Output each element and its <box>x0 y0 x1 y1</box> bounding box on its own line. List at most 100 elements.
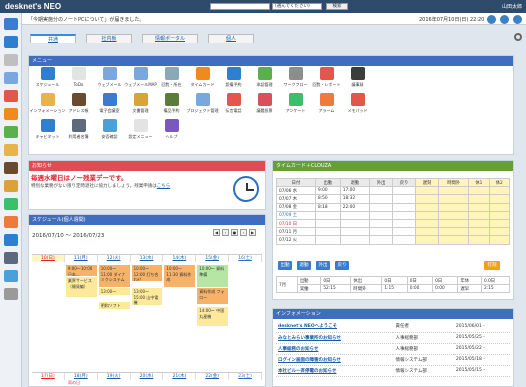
tab-info-portal[interactable]: 情報ポータル <box>142 34 198 43</box>
notice-link[interactable]: こちら <box>157 184 171 189</box>
day-header[interactable]: 20(水) <box>131 373 164 380</box>
menu-item[interactable]: タイムカード <box>187 67 218 88</box>
information-title-link[interactable]: ログイン画面の障害のお知らせ <box>276 354 394 366</box>
schedule-event[interactable]: 9:00～10:00 日本... <box>65 265 97 276</box>
menu-item[interactable]: 議事録 <box>342 67 373 88</box>
timecard-row[interactable]: 07/11 月 <box>276 227 511 237</box>
search-input[interactable] <box>210 3 270 10</box>
home-icon[interactable] <box>4 18 18 30</box>
menu-item[interactable]: 議題投票 <box>249 93 280 114</box>
user-menu-icon[interactable] <box>513 15 522 24</box>
information-row[interactable]: desknet's NEOへようこそ 責任者 2015/06/01 - <box>276 321 510 333</box>
document-nav-icon[interactable] <box>4 180 18 192</box>
timecard-button[interactable]: 退勤 <box>297 261 311 270</box>
timecard-row[interactable]: 07/10 日 <box>276 218 511 229</box>
alarm-nav-icon[interactable] <box>4 216 18 228</box>
workflow-nav-icon[interactable] <box>4 126 18 138</box>
day-header[interactable]: 10(日) <box>32 255 65 262</box>
summary-month-select[interactable]: 7月 <box>276 275 298 294</box>
user-name[interactable]: 山田太郎 <box>502 3 522 10</box>
schedule-event[interactable]: 資料作成 フォロー <box>197 288 229 304</box>
menu-item[interactable]: ワークフロー <box>280 67 311 88</box>
calendar-nav-icon[interactable] <box>4 36 18 48</box>
menu-item[interactable]: 設備予約 <box>218 67 249 88</box>
timecard-nav-icon[interactable] <box>4 108 18 120</box>
search-scope-select[interactable]: (選んでください) <box>272 3 322 10</box>
day-header[interactable]: 23(土) <box>229 373 262 380</box>
prev-day-button[interactable]: ‹ <box>222 229 229 236</box>
schedule-event[interactable]: 10:00～11:30 資料作成 <box>164 265 196 287</box>
menu-item[interactable]: アラーム <box>311 93 342 114</box>
app-logo[interactable]: desknet's NEO <box>5 2 61 11</box>
search-button[interactable]: 検索 <box>326 3 348 10</box>
tab-personal[interactable]: 個人 <box>208 34 254 43</box>
information-row[interactable]: みなとみらい事業所のお知らせ 人事総務部 2015/05/25 - <box>276 332 510 344</box>
menu-item[interactable]: 利用者名簿 <box>63 119 94 140</box>
mail-nav-icon[interactable] <box>4 72 18 84</box>
timecard-stamp-button[interactable]: 打刻 <box>484 261 500 270</box>
schedule-event[interactable]: 10:00～ 資料準備 <box>197 265 229 287</box>
day-header[interactable]: 15(金) <box>196 255 230 262</box>
tab-common[interactable]: 共通 <box>30 34 76 43</box>
information-row[interactable]: 人事総務のお知らせ 人事総務部 2015/05/22 - <box>276 343 510 355</box>
day-header[interactable]: 21(木) <box>163 373 197 380</box>
menu-item[interactable]: インフォメーション <box>30 93 65 114</box>
day-header[interactable]: 14(木) <box>163 255 197 262</box>
safety-nav-icon[interactable] <box>4 270 18 282</box>
timecard-row[interactable]: 07/09 土 <box>276 210 511 220</box>
today-button[interactable]: ● <box>231 229 238 236</box>
day-header[interactable]: 19(火) <box>98 373 131 380</box>
menu-item[interactable]: ウェブメールMAP <box>124 67 157 88</box>
day-header[interactable]: 16(土) <box>229 255 262 262</box>
menu-item[interactable]: ToDo <box>63 67 94 88</box>
tab-internal-board[interactable]: 社内板 <box>86 34 132 43</box>
info-nav-icon[interactable] <box>4 144 18 156</box>
next-week-button[interactable]: ▶ <box>249 229 256 236</box>
schedule-event[interactable]: 13:00～15:00 山中電機 <box>131 288 163 305</box>
todo-nav-icon[interactable] <box>4 54 18 66</box>
schedule-event[interactable]: 10:00～11:00 ダイナミクシステム <box>98 265 130 287</box>
menu-item[interactable]: ウェブメール <box>94 67 125 88</box>
menu-item[interactable]: 設定メニュー <box>125 119 156 140</box>
menu-item[interactable]: 回覧・所在 <box>156 67 187 88</box>
next-day-button[interactable]: › <box>240 229 247 236</box>
report-nav-icon[interactable] <box>4 90 18 102</box>
day-header[interactable]: 11(月) <box>65 255 98 262</box>
gear-icon[interactable] <box>514 33 522 41</box>
address-nav-icon[interactable] <box>4 162 18 174</box>
menu-item[interactable]: 承認管理 <box>249 67 280 88</box>
timecard-row[interactable]: 07/06 水 9:00 17:00 <box>276 186 511 196</box>
day-header[interactable]: 13(水) <box>131 255 164 262</box>
settings-nav-icon[interactable] <box>4 288 18 300</box>
menu-item[interactable]: キャビネット <box>32 119 63 140</box>
timecard-button[interactable]: 外出 <box>316 261 330 270</box>
information-title-link[interactable]: 人事総務のお知らせ <box>276 343 394 355</box>
notification-message[interactable]: 「今期実施分のノートPCについて」が届きました。 <box>28 16 144 23</box>
roster-nav-icon[interactable] <box>4 252 18 264</box>
schedule-event[interactable]: 10:00～12:00 打ち合わせ <box>131 265 163 281</box>
timecard-button[interactable]: 戻り <box>335 261 349 270</box>
timecard-row[interactable]: 07/12 火 <box>276 235 511 245</box>
menu-item[interactable]: ヘルプ <box>156 119 187 140</box>
menu-item[interactable]: 安否確認 <box>94 119 125 140</box>
timecard-button[interactable]: 出勤 <box>278 261 292 270</box>
notification-icon[interactable] <box>487 15 496 24</box>
project-nav-icon[interactable] <box>4 198 18 210</box>
schedule-event[interactable]: 13:00～15:00 <box>98 288 130 295</box>
menu-item[interactable]: 回覧・レポート <box>311 67 342 88</box>
day-header[interactable]: 12(火) <box>98 255 131 262</box>
menu-item[interactable]: アンケート <box>280 93 311 114</box>
information-title-link[interactable]: 本社ビル一斉停電のお知らせ <box>276 365 394 377</box>
prev-week-button[interactable]: ◀ <box>213 229 220 236</box>
timecard-row[interactable]: 07/07 木 8:50 18:32 <box>276 194 511 204</box>
menu-item[interactable]: 伝言電話 <box>218 93 249 114</box>
mail-alert-icon[interactable] <box>500 15 509 24</box>
information-title-link[interactable]: desknet's NEOへようこそ <box>276 321 394 333</box>
information-row[interactable]: ログイン画面の障害のお知らせ 情報システム部 2015/05/18 - <box>276 354 510 366</box>
day-header[interactable]: 22(金) <box>196 373 230 380</box>
menu-item[interactable]: 文書管理 <box>125 93 156 114</box>
day-header[interactable]: 17(日) <box>32 373 65 380</box>
information-title-link[interactable]: みなとみらい事業所のお知らせ <box>276 332 394 344</box>
menu-item[interactable]: 電子会議室 <box>94 93 125 114</box>
menu-item[interactable]: メモパッド <box>342 93 373 114</box>
